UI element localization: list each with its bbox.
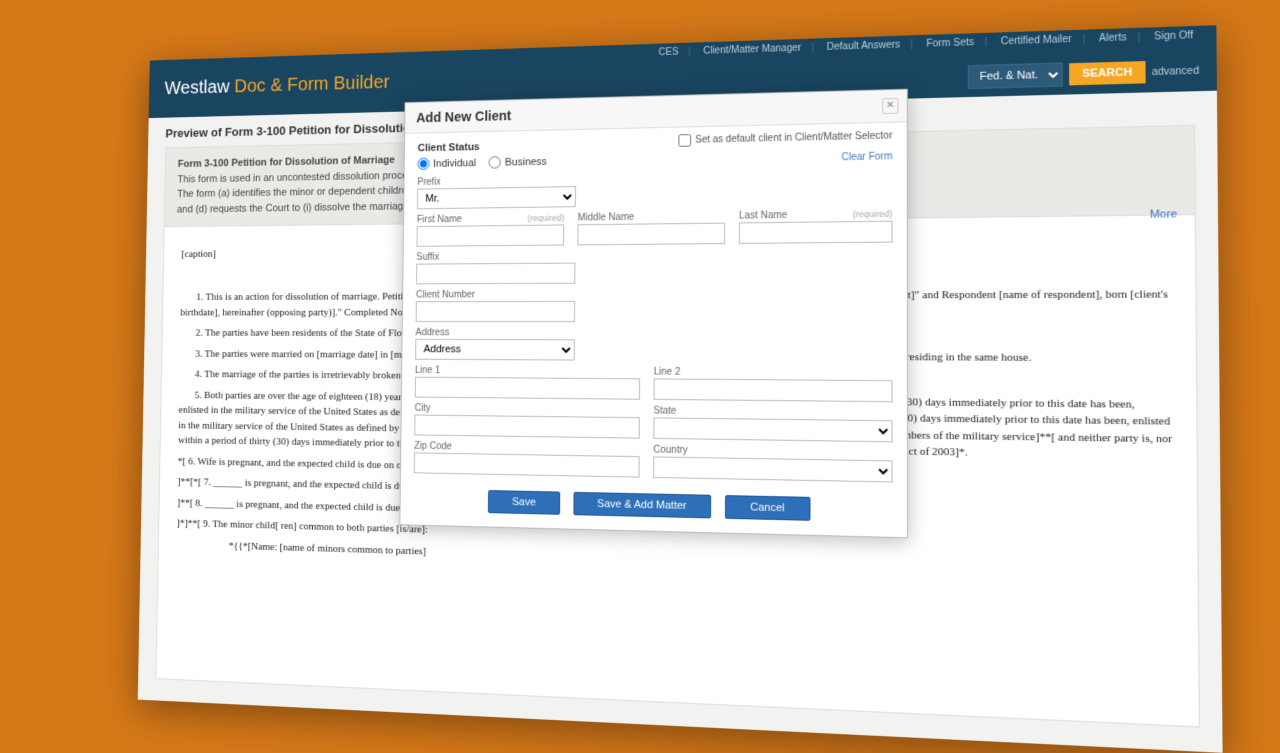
clientnumber-label: Client Number: [416, 289, 575, 300]
suffix-label: Suffix: [416, 251, 575, 263]
radio-business[interactable]: Business: [489, 155, 547, 168]
firstname-label: First Name(required): [417, 213, 565, 225]
cancel-button[interactable]: Cancel: [725, 495, 810, 521]
prefix-select[interactable]: Mr.: [417, 186, 576, 209]
middlename-label: Middle Name: [578, 211, 726, 223]
close-icon[interactable]: ✕: [882, 98, 898, 114]
add-client-modal: Add New Client ✕ Set as default client i…: [399, 89, 908, 539]
clientnumber-input[interactable]: [416, 301, 575, 322]
address-type-select[interactable]: Address: [415, 339, 575, 361]
line1-input[interactable]: [415, 377, 640, 400]
lastname-input[interactable]: [739, 221, 893, 244]
state-select[interactable]: [653, 417, 892, 442]
radio-individual[interactable]: Individual: [417, 157, 476, 170]
lastname-label: Last Name(required): [739, 209, 892, 222]
line1-label: Line 1: [415, 365, 640, 377]
save-button[interactable]: Save: [488, 490, 559, 515]
address-label: Address: [415, 328, 574, 339]
city-input[interactable]: [414, 415, 640, 439]
clear-form-link[interactable]: Clear Form: [841, 151, 892, 163]
set-default-checkbox[interactable]: [679, 134, 692, 147]
zip-input[interactable]: [414, 452, 640, 477]
save-add-matter-button[interactable]: Save & Add Matter: [573, 492, 711, 519]
middlename-input[interactable]: [577, 223, 725, 246]
line2-label: Line 2: [654, 367, 893, 379]
country-select[interactable]: [653, 456, 892, 482]
suffix-input[interactable]: [416, 263, 575, 285]
firstname-input[interactable]: [417, 224, 565, 246]
line2-input[interactable]: [654, 378, 893, 402]
